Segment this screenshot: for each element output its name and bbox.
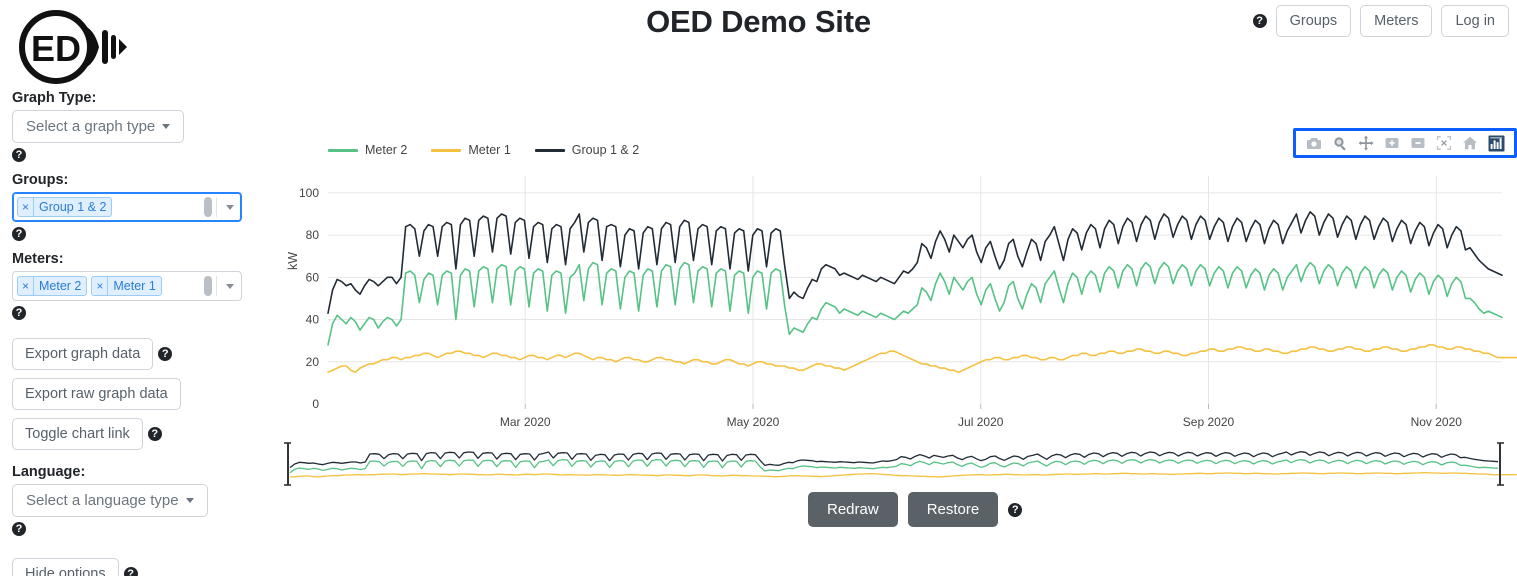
chevron-down-icon xyxy=(225,283,234,289)
chip-meter-1[interactable]: × Meter 1 xyxy=(91,276,162,296)
options-sidebar: Graph Type: Select a graph type ? Groups… xyxy=(12,90,272,576)
plot-svg: 0 20 40 60 80 100 Mar 2020 May 2020 Jul 2020 Sep … xyxy=(299,176,1517,429)
legend-item-meter-2[interactable]: Meter 2 xyxy=(328,143,407,157)
chart-action-buttons: Redraw Restore ? xyxy=(808,492,1023,527)
nav-groups-button[interactable]: Groups xyxy=(1275,5,1352,38)
help-icon-export-graph-data[interactable]: ? xyxy=(158,347,173,361)
svg-text:0: 0 xyxy=(312,397,319,411)
help-icon-language[interactable]: ? xyxy=(12,522,26,536)
chip-meter-2[interactable]: × Meter 2 xyxy=(17,276,88,296)
pan-move-icon[interactable] xyxy=(1356,134,1376,152)
svg-text:May 2020: May 2020 xyxy=(727,415,780,429)
svg-text:40: 40 xyxy=(306,313,320,327)
export-raw-graph-data-button[interactable]: Export raw graph data xyxy=(12,378,181,410)
legend-swatch-meter-2 xyxy=(328,148,358,152)
svg-text:Jul 2020: Jul 2020 xyxy=(958,415,1004,429)
restore-button[interactable]: Restore xyxy=(907,492,999,527)
chevron-down-icon xyxy=(185,498,194,503)
svg-text:Sep 2020: Sep 2020 xyxy=(1183,415,1235,429)
svg-text:Mar 2020: Mar 2020 xyxy=(500,415,551,429)
groups-selected-values: × Group 1 & 2 xyxy=(13,193,200,221)
svg-text:100: 100 xyxy=(299,186,319,200)
range-slider[interactable] xyxy=(280,440,1517,488)
line-chart-plot[interactable]: 0 20 40 60 80 100 Mar 2020 May 2020 Jul 2020 Sep … xyxy=(280,162,1517,462)
graph-type-value: Select a graph type xyxy=(26,118,156,135)
range-slider-svg xyxy=(284,442,1517,486)
nav-meters-button[interactable]: Meters xyxy=(1360,5,1433,38)
language-select[interactable]: Select a language type xyxy=(12,484,208,517)
zoom-magnifier-icon[interactable] xyxy=(1330,134,1350,152)
chip-remove-icon[interactable]: × xyxy=(92,277,109,295)
groups-label: Groups: xyxy=(12,172,69,188)
bar-chart-toggle-icon[interactable] xyxy=(1486,134,1506,152)
help-icon-header[interactable]: ? xyxy=(1252,14,1267,29)
language-value: Select a language type xyxy=(26,492,179,509)
chart-legend: Meter 2 Meter 1 Group 1 & 2 xyxy=(328,143,639,157)
hide-options-button[interactable]: Hide options xyxy=(12,558,119,576)
help-icon-graph-type[interactable]: ? xyxy=(12,148,26,162)
zoom-out-minus-icon[interactable] xyxy=(1408,134,1428,152)
meters-label: Meters: xyxy=(12,251,64,267)
meters-dropdown-toggle[interactable] xyxy=(217,272,241,300)
legend-item-meter-1[interactable]: Meter 1 xyxy=(431,143,511,157)
meters-scrollbar[interactable] xyxy=(200,272,216,300)
meters-selected-values: × Meter 2 × Meter 1 xyxy=(13,272,200,300)
chip-remove-icon[interactable]: × xyxy=(18,198,34,216)
autoscale-icon[interactable] xyxy=(1434,134,1454,152)
chevron-down-icon xyxy=(225,204,234,210)
reset-axes-home-icon[interactable] xyxy=(1460,134,1480,152)
graph-type-select[interactable]: Select a graph type xyxy=(12,110,185,143)
chart-panel: Meter 2 Meter 1 Group 1 & 2 kW 0 20 40 6… xyxy=(280,120,1517,530)
svg-text:60: 60 xyxy=(306,270,320,284)
chip-group-1-2[interactable]: × Group 1 & 2 xyxy=(17,197,113,217)
toggle-chart-link-button[interactable]: Toggle chart link xyxy=(12,418,143,450)
language-label: Language: xyxy=(12,464,86,480)
help-icon-toggle-chart-link[interactable]: ? xyxy=(147,427,162,441)
graph-type-label: Graph Type: xyxy=(12,90,97,106)
top-navigation: ? Groups Meters Log in xyxy=(1252,5,1509,38)
groups-multiselect[interactable]: × Group 1 & 2 xyxy=(12,192,242,222)
export-graph-data-button[interactable]: Export graph data xyxy=(12,338,154,370)
help-icon-meters[interactable]: ? xyxy=(12,306,26,320)
meters-multiselect[interactable]: × Meter 2 × Meter 1 xyxy=(12,271,242,301)
help-icon-hide-options[interactable]: ? xyxy=(123,567,138,576)
app-root: ED OED Demo Site ? Groups Meters Log in … xyxy=(0,0,1517,576)
help-icon-chart-actions[interactable]: ? xyxy=(1008,502,1023,517)
legend-item-group-1-2[interactable]: Group 1 & 2 xyxy=(534,143,639,157)
nav-login-button[interactable]: Log in xyxy=(1441,5,1509,38)
legend-swatch-group-1-2 xyxy=(534,148,565,152)
plotly-modebar xyxy=(1293,128,1517,158)
groups-scrollbar[interactable] xyxy=(200,193,216,221)
download-camera-icon[interactable] xyxy=(1304,134,1324,152)
groups-dropdown-toggle[interactable] xyxy=(217,193,241,221)
chip-remove-icon[interactable]: × xyxy=(18,277,34,295)
zoom-in-plus-icon[interactable] xyxy=(1382,134,1402,152)
svg-text:Nov 2020: Nov 2020 xyxy=(1411,415,1463,429)
redraw-button[interactable]: Redraw xyxy=(808,492,898,527)
help-icon-groups[interactable]: ? xyxy=(12,227,26,241)
svg-text:20: 20 xyxy=(306,355,320,369)
svg-text:80: 80 xyxy=(306,228,320,242)
legend-swatch-meter-1 xyxy=(431,148,462,152)
chevron-down-icon xyxy=(162,124,171,129)
